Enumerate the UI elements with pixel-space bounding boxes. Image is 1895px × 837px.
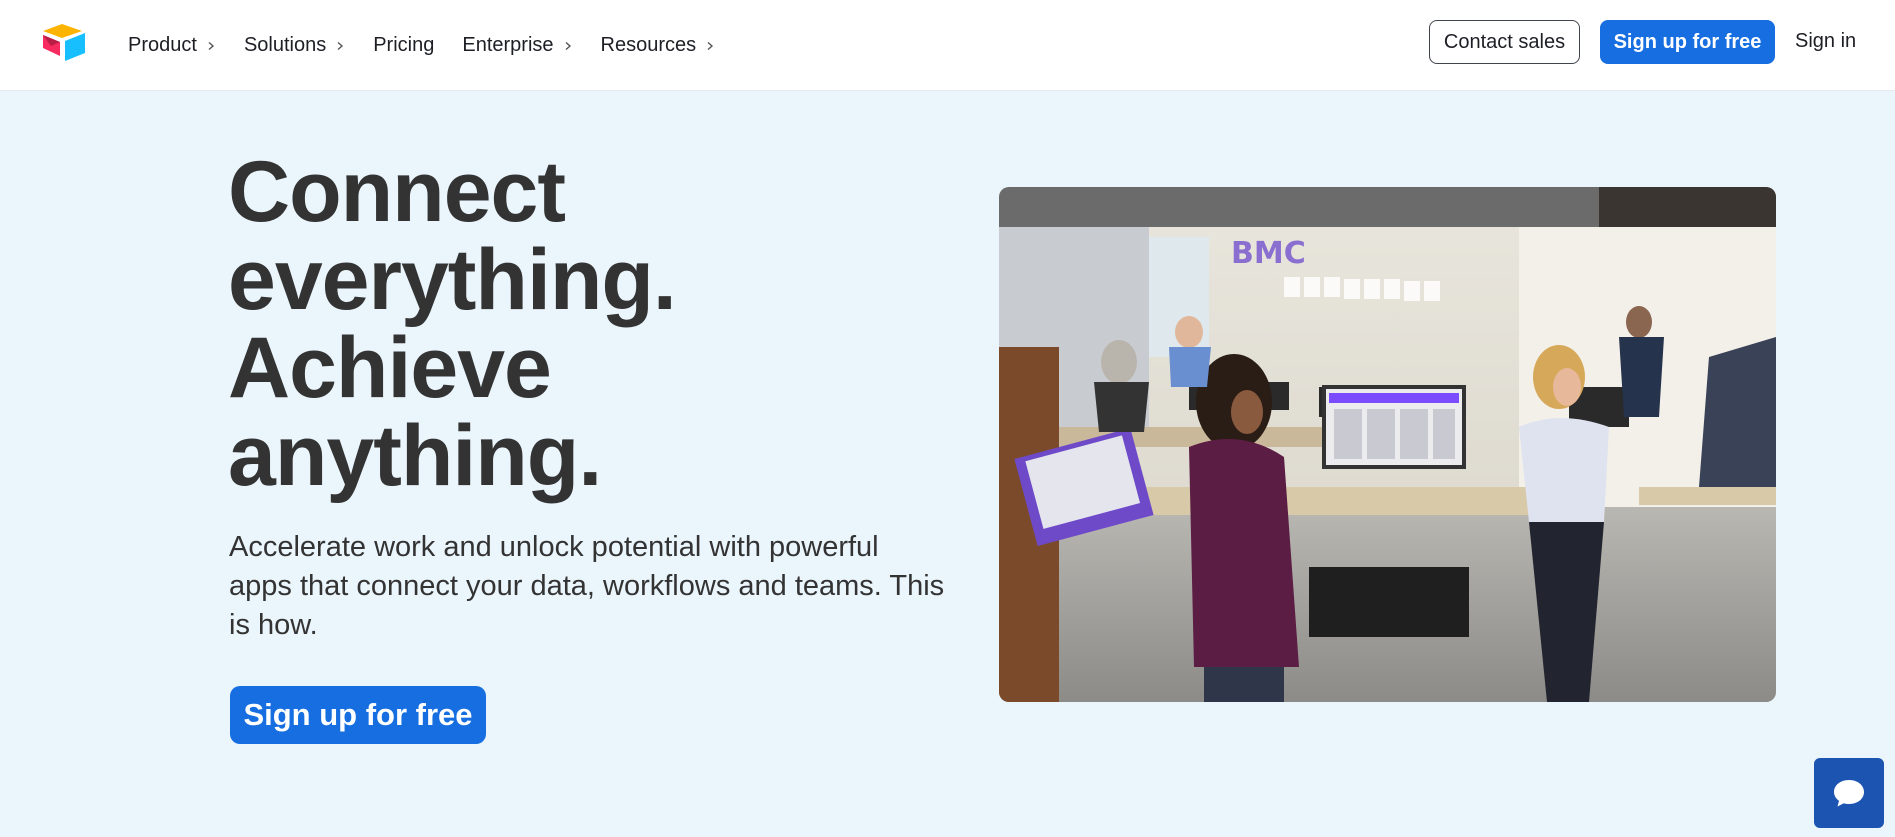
nav-item-pricing[interactable]: Pricing [373,34,434,57]
nav-item-product[interactable]: Product [128,34,216,57]
hero-title-line: anything. [228,408,602,504]
nav-item-label: Resources [600,34,697,56]
hero-subtitle: Accelerate work and unlock potential wit… [229,531,945,641]
nav-item-label: Solutions [243,34,327,56]
nav-item-label: Pricing [373,34,435,56]
chevron-right-icon [707,41,714,50]
nav-item-solutions[interactable]: Solutions [244,34,345,57]
chevron-right-icon [565,41,571,50]
hero-office-photo: BMC [999,187,1776,702]
nav-item-label: Product [128,34,197,56]
nav-item-label: Enterprise [462,34,554,56]
airtable-logo-icon[interactable] [40,22,88,62]
hero-title-line: Connect [228,144,566,240]
nav-item-resources[interactable]: Resources [601,34,716,57]
nav-signup-button[interactable]: Sign up for free [1600,20,1775,64]
contact-sales-button[interactable]: Contact sales [1429,20,1580,64]
nav-item-enterprise[interactable]: Enterprise [462,34,572,57]
chevron-right-icon [208,41,215,50]
primary-nav: Product Solutions Pricing Enterprise Res… [128,0,743,91]
hero-title-line: Achieve [228,320,552,416]
top-nav: Product Solutions Pricing Enterprise Res… [0,0,1895,91]
chat-bubble-icon [1834,780,1864,807]
hero-title-line: everything. [228,232,677,328]
chevron-right-icon [337,41,344,50]
chat-widget-button[interactable] [1814,758,1884,828]
signin-link[interactable]: Sign in [1795,30,1856,53]
hero-signup-button[interactable]: Sign up for free [230,686,486,744]
photo-wall-logo: BMC [1231,236,1306,271]
hero-title: Connect everything. Achieve anything. [228,148,788,500]
